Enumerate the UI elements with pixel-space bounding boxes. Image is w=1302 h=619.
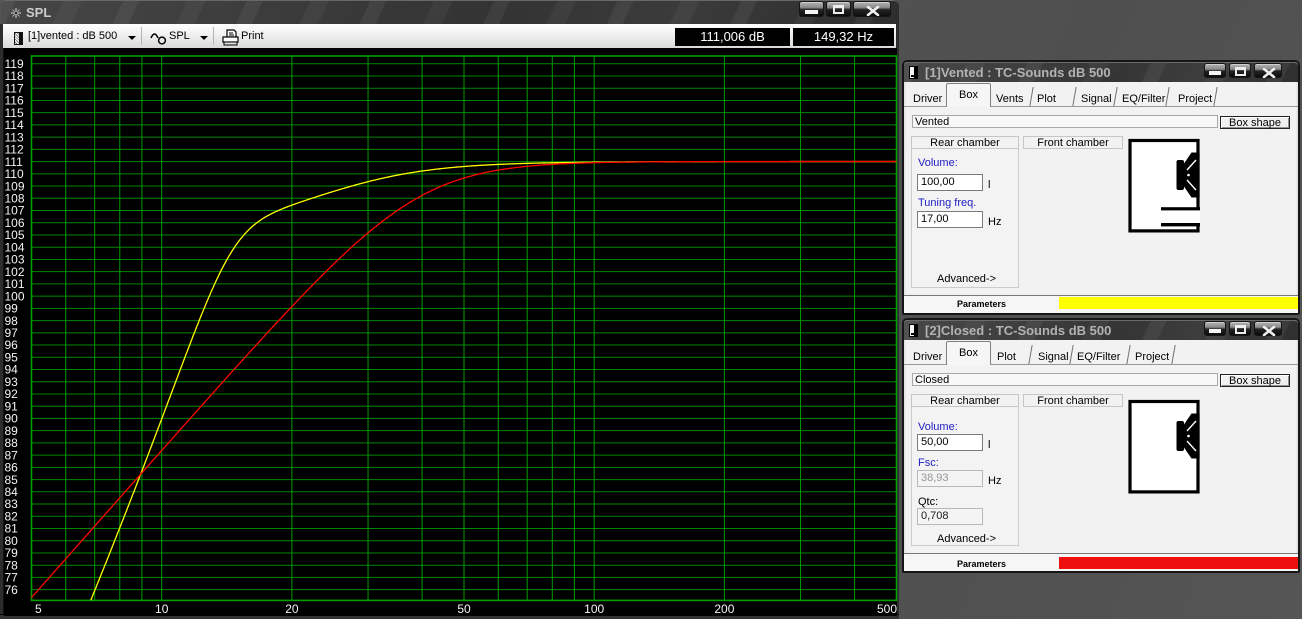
svg-text:99: 99 [5,302,19,316]
svg-text:10: 10 [155,602,169,616]
svg-text:102: 102 [5,265,25,279]
svg-text:88: 88 [5,436,19,450]
svg-text:93: 93 [5,375,19,389]
svg-text:92: 92 [5,387,19,401]
svg-text:500: 500 [877,602,897,616]
svg-text:94: 94 [5,363,19,377]
svg-text:112: 112 [5,143,24,157]
svg-text:86: 86 [5,461,19,475]
svg-text:95: 95 [5,351,19,365]
svg-text:50: 50 [457,602,471,616]
svg-text:101: 101 [5,277,25,291]
svg-text:103: 103 [5,253,25,267]
svg-text:80: 80 [5,534,19,548]
svg-text:116: 116 [5,94,24,108]
svg-text:87: 87 [5,448,19,462]
svg-text:111: 111 [5,155,24,169]
svg-text:76: 76 [5,583,19,597]
svg-text:96: 96 [5,338,19,352]
svg-text:110: 110 [5,167,24,181]
svg-text:90: 90 [5,412,19,426]
svg-text:118: 118 [5,69,24,83]
svg-text:83: 83 [5,497,19,511]
svg-text:97: 97 [5,326,19,340]
svg-text:20: 20 [285,602,299,616]
svg-text:82: 82 [5,510,19,524]
svg-text:84: 84 [5,485,19,499]
svg-text:105: 105 [5,228,25,242]
svg-text:106: 106 [5,216,25,230]
svg-text:109: 109 [5,179,25,193]
svg-text:117: 117 [5,81,24,95]
svg-text:115: 115 [5,106,24,120]
svg-text:78: 78 [5,558,19,572]
svg-text:77: 77 [5,571,19,585]
svg-text:98: 98 [5,314,19,328]
svg-text:89: 89 [5,424,19,438]
svg-text:100: 100 [584,602,604,616]
svg-text:5: 5 [35,602,42,616]
svg-text:104: 104 [5,240,25,254]
svg-text:119: 119 [5,57,24,71]
svg-text:91: 91 [5,399,19,413]
svg-text:81: 81 [5,522,19,536]
svg-text:107: 107 [5,204,25,218]
svg-text:100: 100 [5,289,25,303]
svg-text:79: 79 [5,546,19,560]
svg-text:114: 114 [5,118,24,132]
svg-text:113: 113 [5,130,24,144]
svg-text:85: 85 [5,473,19,487]
svg-text:108: 108 [5,192,25,206]
svg-text:200: 200 [714,602,734,616]
